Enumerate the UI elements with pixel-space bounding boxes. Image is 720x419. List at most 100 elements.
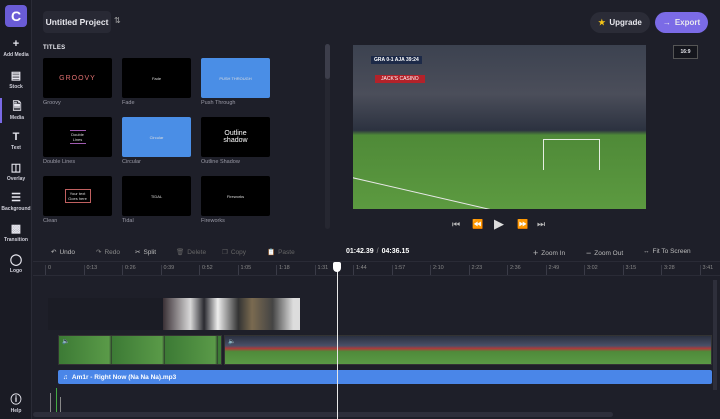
video-preview: GRA 0-1 AJA 39:24 JACK'S CASINO — [353, 45, 646, 209]
zoom-out-button[interactable]: − Zoom Out — [586, 248, 623, 258]
paste-icon: 📋 — [267, 249, 276, 256]
timeline-horizontal-scrollbar[interactable] — [33, 412, 613, 417]
ruler-tick: 1:57 — [391, 265, 405, 275]
timeline-toolbar: ↶ Undo ↷ Redo ✂ Split 🗑 Delete ❐ Copy 📋 Paste … — [33, 243, 720, 261]
rewind-button[interactable]: ⏪ — [472, 219, 483, 230]
sidebar-item-media[interactable]: 🗎 Media — [0, 98, 32, 123]
layers-icon: ☰ — [11, 192, 21, 204]
sidebar-item-text[interactable]: T Text — [0, 131, 32, 151]
overlay-clip[interactable] — [163, 298, 300, 330]
file-icon: 🗎 — [12, 101, 22, 113]
title-card-tidal[interactable]: TIDAL Tidal — [122, 176, 191, 224]
arrow-right-icon: → — [662, 18, 671, 27]
ad-banner: JACK'S CASINO — [375, 75, 425, 83]
title-card-push-through[interactable]: PUSH THROUGH Push Through — [201, 58, 270, 106]
ruler-tick: 1:44 — [353, 265, 367, 275]
pitch-line — [353, 175, 646, 209]
star-icon: ★ — [598, 18, 606, 27]
undo-button[interactable]: ↶ Undo — [51, 248, 75, 257]
ruler-tick: 3:28 — [661, 265, 675, 275]
title-card-groovy[interactable]: GROOVY Groovy — [43, 58, 112, 106]
playhead-line[interactable] — [337, 262, 338, 419]
title-card-outline-shadow[interactable]: Outline shadow Outline Shadow — [201, 117, 270, 165]
title-card-double-lines[interactable]: Double Lines Double Lines — [43, 117, 112, 165]
copy-icon: ❐ — [222, 249, 228, 256]
zoom-in-button[interactable]: + Zoom In — [533, 248, 565, 258]
ruler-tick: 0:52 — [199, 265, 213, 275]
ruler-tick: 3:15 — [622, 265, 636, 275]
ruler-tick: 2:49 — [545, 265, 559, 275]
title-card-clean[interactable]: Your text Goes here Clean — [43, 176, 112, 224]
delete-button[interactable]: 🗑 Delete — [176, 248, 206, 257]
ruler-tick: 0:13 — [83, 265, 97, 275]
ruler-tick: 1:31 — [314, 265, 328, 275]
trash-icon: 🗑 — [176, 249, 185, 256]
ruler-tick: 1:05 — [237, 265, 251, 275]
skip-end-button[interactable]: ⏭ — [537, 219, 545, 230]
sidebar-item-help[interactable]: ⓘ Help — [0, 394, 32, 414]
time-display: 01:42.39/04:36.15 — [346, 248, 410, 255]
copy-button[interactable]: ❐ Copy — [222, 248, 246, 257]
ruler-tick: 2:36 — [507, 265, 521, 275]
title-card-circular[interactable]: Circular Circular — [122, 117, 191, 165]
sidebar-item-background[interactable]: ☰ Background — [0, 192, 32, 212]
ruler-tick: 0:39 — [160, 265, 174, 275]
sidebar-item-transition[interactable]: ▩ Transition — [0, 223, 32, 243]
sidebar-item-logo[interactable]: ◯ Logo — [0, 254, 32, 274]
sidebar: C + Add Media ▤ Stock 🗎 Media T Text ◫ Overla… — [0, 0, 32, 419]
sidebar-item-stock[interactable]: ▤ Stock — [0, 70, 32, 90]
help-icon: ⓘ — [10, 394, 22, 406]
goal — [543, 139, 600, 170]
video-clip-1[interactable]: 🔈 — [58, 335, 222, 365]
video-clip-2[interactable]: 🔈 — [224, 335, 712, 365]
aspect-ratio-button[interactable]: 16:9 — [673, 45, 698, 59]
stock-icon: ▤ — [10, 70, 22, 82]
shield-icon: ◯ — [9, 254, 23, 266]
overlay-icon: ◫ — [10, 162, 22, 174]
timeline-ruler[interactable]: 0 0:13 0:26 0:39 0:52 1:05 1:18 1:31 1:44 1:57 2:1… — [33, 261, 720, 276]
fit-to-screen-button[interactable]: ↔ Fit To Screen — [643, 248, 691, 255]
playhead-handle[interactable] — [333, 262, 341, 272]
upgrade-button[interactable]: ★ Upgrade — [590, 12, 650, 33]
sync-icon: ⇅ — [114, 16, 121, 25]
section-title: TITLES — [43, 45, 66, 51]
sidebar-item-overlay[interactable]: ◫ Overlay — [0, 162, 32, 182]
overlay-track-empty — [48, 298, 163, 330]
scrollbar-thumb[interactable] — [325, 44, 330, 79]
app-logo[interactable]: C — [5, 5, 27, 27]
redo-button[interactable]: ↷ Redo — [96, 248, 120, 257]
ruler-tick: 2:10 — [430, 265, 444, 275]
transition-icon: ▩ — [10, 223, 22, 235]
play-button[interactable]: ▶ — [494, 216, 504, 232]
scissors-icon: ✂ — [135, 249, 141, 256]
ruler-tick: 0:26 — [122, 265, 136, 275]
library-scrollbar[interactable] — [325, 44, 330, 229]
plus-icon: + — [533, 248, 539, 258]
fit-icon: ↔ — [643, 248, 650, 255]
split-button[interactable]: ✂ Split — [135, 248, 156, 257]
undo-icon: ↶ — [51, 249, 57, 256]
scoreboard: GRA 0-1 AJA 39:24 — [371, 56, 422, 64]
skip-start-button[interactable]: ⏮ — [452, 219, 460, 230]
export-button[interactable]: → Export — [655, 12, 708, 33]
volume-icon: 🔈 — [228, 339, 236, 345]
ruler-tick: 3:02 — [584, 265, 598, 275]
title-card-fade[interactable]: Fade Fade — [122, 58, 191, 106]
title-card-fireworks[interactable]: Fireworks Fireworks — [201, 176, 270, 224]
project-name-input[interactable]: Untitled Project — [43, 11, 111, 33]
music-note-icon: ♫ — [63, 373, 68, 381]
timeline-vertical-scrollbar[interactable] — [713, 280, 717, 390]
minus-icon: − — [586, 248, 592, 258]
ruler-tick: 1:18 — [276, 265, 290, 275]
ruler-tick: 3:41 — [699, 265, 713, 275]
text-icon: T — [12, 131, 20, 143]
volume-icon: 🔈 — [62, 339, 70, 345]
paste-button[interactable]: 📋 Paste — [267, 248, 295, 257]
audio-clip[interactable]: ♫ Am1r - Right Now (Na Na Na).mp3 — [58, 370, 712, 384]
redo-icon: ↷ — [96, 249, 102, 256]
fast-forward-button[interactable]: ⏩ — [517, 219, 528, 230]
ruler-tick: 2:23 — [468, 265, 482, 275]
plus-icon: + — [12, 38, 20, 50]
ruler-tick: 0 — [45, 265, 51, 275]
sidebar-item-add-media[interactable]: + Add Media — [0, 38, 32, 58]
